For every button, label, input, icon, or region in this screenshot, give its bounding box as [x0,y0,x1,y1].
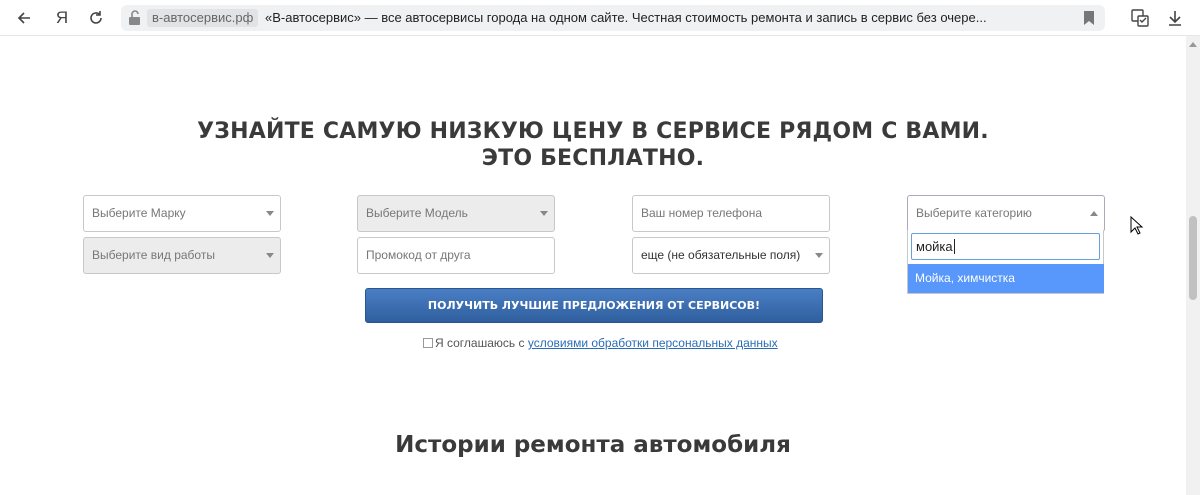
lock-icon[interactable] [127,9,143,27]
yandex-logo-icon[interactable]: Я [50,6,74,30]
translate-icon[interactable] [1128,6,1152,30]
scroll-up-arrow-icon[interactable] [1189,42,1197,47]
phone-input[interactable]: Ваш номер телефона [632,195,830,232]
address-domain[interactable]: в-автосервис.рф [147,9,259,27]
category-search-input[interactable]: мойка [911,233,1100,260]
reload-icon[interactable] [84,6,108,30]
repair-stories-title: Истории ремонта автомобиля [395,432,791,458]
chevron-up-icon [1090,211,1098,216]
bookmark-icon[interactable] [1083,11,1095,25]
promo-input-placeholder: Промокод от друга [366,248,471,262]
promo-input[interactable]: Промокод от друга [357,237,555,274]
privacy-policy-link[interactable]: условиями обработки персональных данных [528,336,778,350]
brand-select[interactable]: Выберите Марку [83,195,281,232]
mouse-cursor-icon [1130,215,1144,236]
chevron-down-icon [266,253,274,258]
page-scrollbar[interactable] [1186,36,1200,495]
work-type-select-label: Выберите вид работы [92,248,215,262]
agreement-row: Я соглашаюсь с условиями обработки персо… [423,335,778,351]
agreement-text: Я соглашаюсь с [435,336,528,350]
phone-input-placeholder: Ваш номер телефона [641,206,763,220]
chevron-down-icon [266,211,274,216]
page-title-text[interactable]: «В-автосервис» — все автосервисы города … [265,5,1065,31]
chevron-down-icon [815,253,823,258]
brand-select-label: Выберите Марку [92,206,186,220]
get-offers-button[interactable]: ПОЛУЧИТЬ ЛУЧШИЕ ПРЕДЛОЖЕНИЯ ОТ СЕРВИСОВ! [365,288,823,323]
hero-line-1: УЗНАЙТЕ САМУЮ НИЗКУЮ ЦЕНУ В СЕРВИСЕ РЯДО… [197,119,989,144]
back-arrow-icon[interactable] [12,6,36,30]
scrollbar-thumb[interactable] [1189,216,1197,300]
work-type-select[interactable]: Выберите вид работы [83,237,281,274]
category-search-value: мойка [916,239,953,254]
model-select[interactable]: Выберите Модель [357,195,555,232]
category-select[interactable]: Выберите категорию [907,195,1105,232]
more-fields-select[interactable]: еще (не обязательные поля) [632,237,830,274]
download-icon[interactable] [1163,6,1187,30]
more-fields-select-label: еще (не обязательные поля) [641,248,801,262]
browser-toolbar: Я в-автосервис.рф «В-автосервис» — все а… [0,0,1200,36]
category-option-wash[interactable]: Мойка, химчистка [908,264,1104,293]
category-dropdown: мойка Мойка, химчистка [907,230,1104,294]
hero-line-2: ЭТО БЕСПЛАТНО. [481,146,705,171]
chevron-down-icon [540,211,548,216]
model-select-label: Выберите Модель [366,206,468,220]
address-bar[interactable]: в-автосервис.рф «В-автосервис» — все авт… [121,5,1105,31]
agreement-checkbox[interactable] [423,338,433,348]
hero-headline: УЗНАЙТЕ САМУЮ НИЗКУЮ ЦЕНУ В СЕРВИСЕ РЯДО… [0,118,1186,172]
category-select-label: Выберите категорию [916,206,1032,220]
